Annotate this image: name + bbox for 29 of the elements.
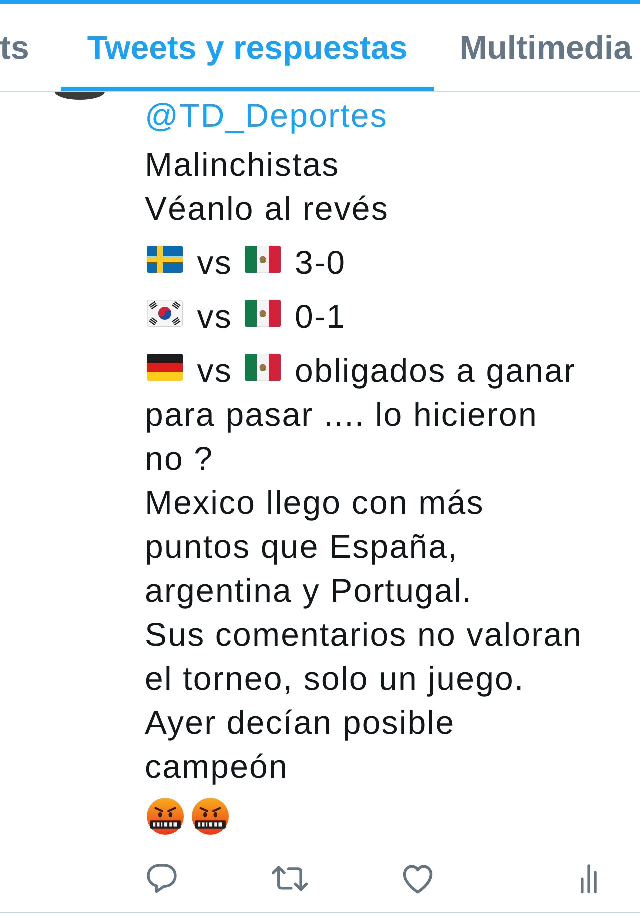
angry-face-icon — [192, 798, 229, 835]
mexico-flag-icon — [244, 246, 281, 273]
mention-link[interactable]: @TD_Deportes — [145, 94, 388, 138]
retweet-icon[interactable] — [272, 866, 308, 892]
sweden-flag-icon — [147, 246, 183, 273]
tweet-text: para pasar .... lo hicieron no ? — [145, 396, 538, 477]
tweet-text: Sus comentarios no valoran el torneo, solo un juego. — [145, 616, 583, 697]
tweet-text: 0-1 — [295, 298, 346, 335]
tweet-text: obligados a ganar — [295, 352, 576, 389]
tweet-text: Véanlo al revés — [145, 190, 389, 227]
germany-flag-icon — [147, 354, 183, 381]
tab[interactable]: Tweets y respuestas — [61, 4, 434, 91]
reply-icon[interactable] — [147, 864, 177, 894]
like-icon[interactable] — [403, 864, 433, 894]
tweet-text: Ayer decían posible campeón — [145, 704, 456, 785]
south-korea-flag-icon — [147, 300, 183, 327]
tweet-text: vs — [197, 298, 232, 335]
tweet-text: vs — [197, 244, 232, 281]
angry-face-icon — [147, 798, 184, 835]
avatar — [55, 92, 105, 100]
tweet-text: vs — [197, 352, 232, 389]
mexico-flag-icon — [244, 354, 281, 381]
tweet-text: Malinchistas — [145, 146, 340, 183]
tweet-text: Mexico llego con más puntos que España, argentina y Portugal. — [145, 484, 484, 609]
tab[interactable]: ts — [0, 4, 62, 91]
mexico-flag-icon — [244, 300, 281, 327]
analytics-icon[interactable] — [580, 864, 598, 894]
tweet-text: 3-0 — [295, 244, 346, 281]
tab[interactable]: Multimedia — [434, 4, 640, 91]
